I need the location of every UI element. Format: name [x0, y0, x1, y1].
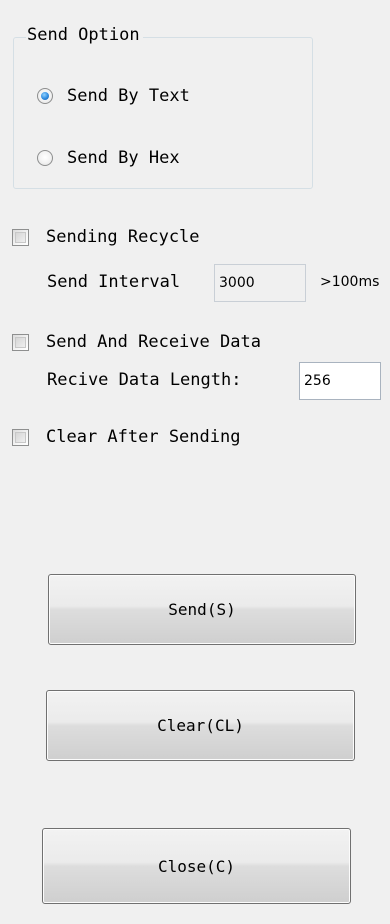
send-button[interactable]: Send(S): [48, 574, 356, 645]
close-button[interactable]: Close(C): [42, 828, 351, 904]
send-by-text-label: Send By Text: [67, 86, 190, 106]
send-and-receive-label: Send And Receive Data: [46, 332, 261, 352]
radio-unchecked-icon[interactable]: [37, 150, 53, 166]
checkbox-icon[interactable]: [12, 428, 29, 446]
receive-data-length-label: Recive Data Length:: [47, 370, 242, 390]
send-interval-input[interactable]: [214, 264, 306, 302]
clear-after-sending-checkbox[interactable]: Clear After Sending: [12, 426, 240, 448]
clear-button[interactable]: Clear(CL): [46, 690, 355, 761]
radio-checked-icon[interactable]: [37, 88, 53, 104]
receive-data-length-input[interactable]: [299, 362, 381, 400]
sending-recycle-checkbox[interactable]: Sending Recycle: [12, 226, 200, 248]
sending-recycle-label: Sending Recycle: [46, 227, 200, 247]
send-and-receive-checkbox[interactable]: Send And Receive Data: [12, 331, 261, 353]
send-by-hex-label: Send By Hex: [67, 148, 180, 168]
send-interval-units: >100ms: [320, 274, 380, 290]
checkbox-icon[interactable]: [12, 228, 29, 246]
send-by-hex-radio[interactable]: Send By Hex: [37, 147, 180, 169]
send-option-title: Send Option: [26, 24, 143, 46]
checkbox-icon[interactable]: [12, 333, 29, 351]
clear-after-sending-label: Clear After Sending: [46, 427, 241, 447]
send-interval-label: Send Interval: [47, 272, 181, 292]
send-by-text-radio[interactable]: Send By Text: [37, 85, 190, 107]
